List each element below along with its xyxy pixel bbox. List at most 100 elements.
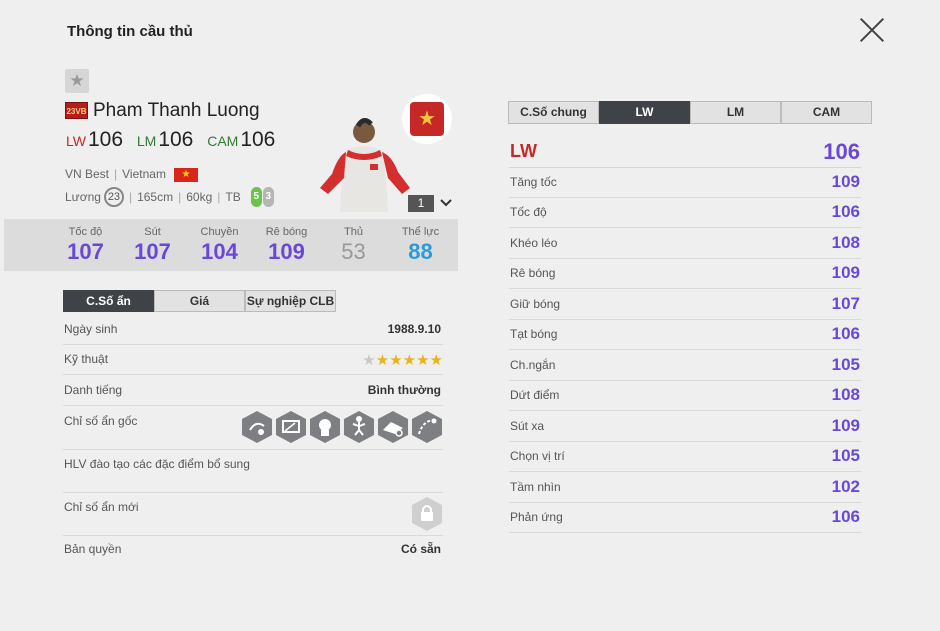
stat-label: Sút <box>144 226 161 238</box>
info-row-coach-traits: HLV đào tạo các đặc điểm bổ sung <box>63 457 443 493</box>
stat-row: Khéo léo 108 <box>509 229 861 259</box>
stat-row-value: 106 <box>831 507 860 526</box>
stat-row: Ch.ngắn 105 <box>509 351 861 381</box>
stat-shooting: Sút 107 <box>119 219 186 271</box>
stat-row-label: Phản ứng <box>510 510 563 524</box>
favorite-star-icon[interactable]: ★ <box>65 69 89 93</box>
stat-value: 107 <box>134 239 171 264</box>
trait-icon[interactable] <box>309 410 341 444</box>
stat-row-label: Dứt điểm <box>510 388 560 402</box>
tab-price[interactable]: Giá <box>154 290 245 312</box>
trait-icon[interactable] <box>275 410 307 444</box>
info-row-birthday: Ngày sinh 1988.9.10 <box>63 322 443 345</box>
salary-label: Lương <box>65 190 101 204</box>
position-label: LM <box>136 133 157 149</box>
tab-hidden-stats[interactable]: C.Số ẩn <box>63 290 154 312</box>
tab-cam[interactable]: CAM <box>781 101 872 124</box>
stat-row-label: Tầm nhìn <box>510 480 561 494</box>
info-value: Bình thường <box>367 383 441 397</box>
stat-label: Thủ <box>344 226 363 238</box>
summary-stats-bar: Tốc độ 107 Sút 107 Chuyền 104 Rê bóng 10… <box>4 219 458 271</box>
tab-lw[interactable]: LW <box>599 101 690 124</box>
lock-icon[interactable] <box>411 496 443 532</box>
info-label: HLV đào tạo các đặc điểm bổ sung <box>64 457 250 471</box>
stat-label: Chuyền <box>200 226 239 238</box>
info-row-license: Bản quyền Có sẵn <box>63 542 443 565</box>
stat-pace: Tốc độ 107 <box>52 219 119 271</box>
salary-value: 23 <box>103 187 124 207</box>
info-label: Danh tiếng <box>64 383 123 397</box>
stat-row: Phản ứng 106 <box>509 503 861 533</box>
position-value: 106 <box>87 128 124 151</box>
stat-row-value: 109 <box>831 172 860 191</box>
star-filled-icon: ★ <box>375 352 390 369</box>
stat-value: 104 <box>201 239 238 264</box>
trait-icons <box>239 410 443 444</box>
chevron-down-icon[interactable] <box>439 197 453 209</box>
info-value: Có sẵn <box>400 542 441 556</box>
stat-row: Tầm nhìn 102 <box>509 473 861 503</box>
stat-row-label: Giữ bóng <box>510 297 561 311</box>
stat-row-value: 106 <box>831 202 860 221</box>
stat-row-label: Chọn vị trí <box>510 449 565 463</box>
info-label: Ngày sinh <box>64 322 118 336</box>
stat-physical: Thể lực 88 <box>387 219 454 271</box>
stat-label: Thể lực <box>401 226 440 238</box>
stat-row-value: 102 <box>831 477 860 496</box>
skill-stars: ★★★★★★ <box>362 351 443 369</box>
trait-icon[interactable] <box>343 410 375 444</box>
position-rating-value: 106 <box>823 139 860 164</box>
tab-general-stats[interactable]: C.Số chung <box>508 101 599 124</box>
weight: 60kg <box>186 190 213 204</box>
position-ratings: LW106 LM106 CAM106 <box>66 128 283 152</box>
stat-passing: Chuyền 104 <box>186 219 253 271</box>
right-foot-value: 3 <box>262 187 274 207</box>
star-filled-icon: ★ <box>402 352 417 369</box>
position-value: 106 <box>240 128 276 151</box>
info-value: 1988.9.10 <box>387 322 441 336</box>
stat-row-label: Khéo léo <box>510 236 558 250</box>
stat-row-label: Tăng tốc <box>510 175 557 189</box>
close-icon[interactable] <box>858 16 886 44</box>
stat-label: Rê bóng <box>265 226 308 238</box>
info-tabs: C.Số ẩn Giá Sự nghiệp CLB <box>63 290 336 312</box>
player-name: Pham Thanh Luong <box>93 100 260 121</box>
stat-row-value: 108 <box>831 385 860 404</box>
height: 165cm <box>137 190 174 204</box>
tab-lm[interactable]: LM <box>690 101 781 124</box>
stat-row-label: Ch.ngắn <box>510 358 556 372</box>
stat-row-value: 109 <box>831 416 860 435</box>
stat-row-value: 105 <box>831 355 860 374</box>
stat-row: Rê bóng 109 <box>509 259 861 289</box>
position-rating-label: LW <box>510 141 537 161</box>
stat-row: Tạt bóng 106 <box>509 320 861 350</box>
page-title: Thông tin cầu thủ <box>67 23 193 40</box>
vietnam-flag-icon: ★ <box>173 167 198 182</box>
player-image <box>320 118 410 212</box>
info-row-skill: Kỹ thuật ★★★★★★ <box>63 352 443 375</box>
stat-value: 107 <box>67 239 104 264</box>
info-label: Kỹ thuật <box>64 352 109 366</box>
stat-row: Tăng tốc 109 <box>509 168 861 198</box>
stat-value: 88 <box>408 239 433 264</box>
position-value: 106 <box>158 128 194 151</box>
stat-value: 53 <box>341 239 366 264</box>
position-rating-header: LW 106 <box>509 138 861 168</box>
stat-defending: Thủ 53 <box>320 219 387 271</box>
info-label: Chỉ số ẩn gốc <box>64 414 138 428</box>
tab-club-career[interactable]: Sự nghiệp CLB <box>245 290 336 312</box>
body-type: TB <box>225 190 241 204</box>
season-badge: 23VB <box>65 102 88 119</box>
trait-icon[interactable] <box>411 410 443 444</box>
stat-row: Dứt điểm 108 <box>509 381 861 411</box>
stat-row-value: 107 <box>831 294 860 313</box>
stat-row: Sút xa 109 <box>509 412 861 442</box>
star-empty-icon: ★ <box>362 352 376 369</box>
info-row-new-hidden: Chỉ số ẩn mới <box>63 497 443 536</box>
stat-row-value: 108 <box>831 233 860 252</box>
trait-icon[interactable] <box>241 410 273 444</box>
trait-icon[interactable] <box>377 410 409 444</box>
stat-value: 109 <box>268 239 305 264</box>
star-filled-icon: ★ <box>416 352 430 369</box>
position-label: CAM <box>207 133 239 149</box>
